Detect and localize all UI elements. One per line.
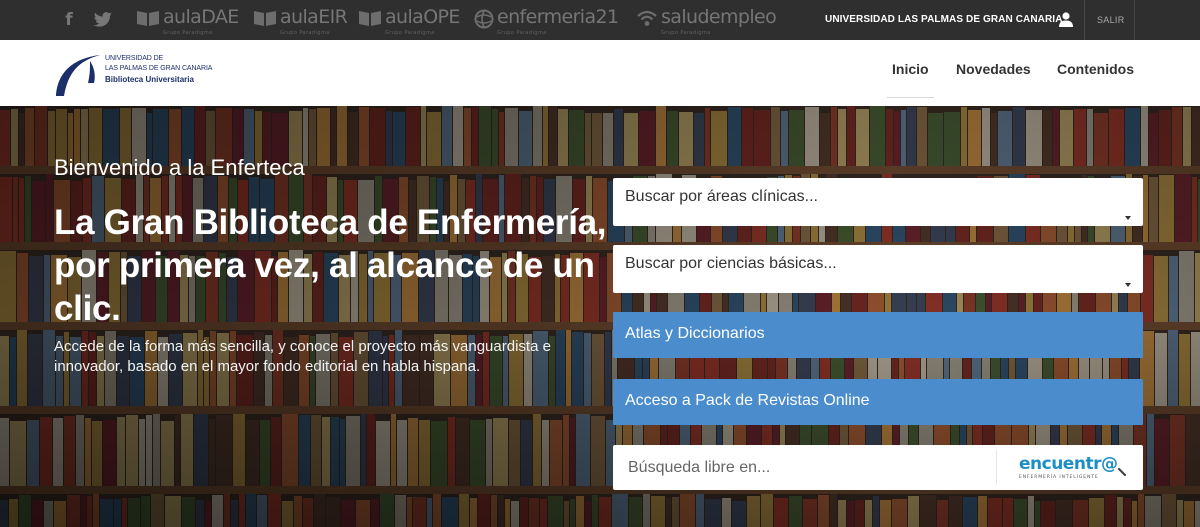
brand-name: enfermeria21: [497, 6, 619, 28]
brand-tagline: Grupo Paradigma: [385, 30, 435, 36]
logout-link[interactable]: SALIR: [1097, 0, 1125, 40]
atlas-dictionaries-button[interactable]: Atlas y Diccionarios: [613, 312, 1143, 358]
brand-name: aulaEIR: [280, 6, 348, 28]
encuentra-tagline: ENFERMERÍA INTELIGENTE: [1019, 475, 1099, 480]
brand-aulaope-logo[interactable]: aulaOPE Grupo Paradigma: [358, 6, 460, 36]
brand-tagline: Grupo Paradigma: [661, 30, 711, 36]
book-icon: [137, 11, 159, 26]
user-icon[interactable]: [1058, 11, 1074, 27]
brand-name: aulaOPE: [385, 6, 460, 28]
encuentra-search-button[interactable]: encuentr@ ENFERMERÍA INTELIGENTE: [1019, 454, 1131, 484]
divider: [1084, 0, 1085, 40]
brand-tagline: Grupo Paradigma: [163, 30, 213, 36]
nav-novedades[interactable]: Novedades: [956, 40, 1031, 98]
select-value: Buscar por ciencias básicas...: [625, 255, 837, 272]
top-bar: f aulaDAE Grupo Paradigma aulaEIR Grupo …: [0, 0, 1200, 40]
brand-saludempleo-logo[interactable]: saludempleo Grupo Paradigma: [636, 6, 777, 36]
caret-down-icon: [1125, 216, 1131, 220]
logo-line-3: Biblioteca Universitaria: [105, 75, 194, 84]
caret-down-icon: [1125, 283, 1131, 287]
hero-section: Bienvenido a la Enferteca La Gran Biblio…: [0, 106, 1200, 527]
free-search-input[interactable]: [613, 445, 996, 490]
facebook-icon[interactable]: f: [62, 0, 76, 40]
book-icon: [254, 11, 276, 26]
nav-inicio[interactable]: Inicio: [887, 40, 934, 98]
select-value: Buscar por áreas clínicas...: [625, 188, 818, 205]
university-logo[interactable]: UNIVERSIDAD DE LAS PALMAS DE GRAN CANARI…: [54, 53, 234, 97]
main-navbar: UNIVERSIDAD DE LAS PALMAS DE GRAN CANARI…: [0, 40, 1200, 106]
logo-line-2: LAS PALMAS DE GRAN CANARIA: [105, 65, 213, 72]
brand-name: aulaDAE: [163, 6, 239, 28]
brand-auladae-logo[interactable]: aulaDAE Grupo Paradigma: [136, 6, 239, 36]
wifi-icon: [637, 10, 657, 26]
nav-contenidos[interactable]: Contenidos: [1057, 40, 1134, 98]
divider: [1134, 0, 1135, 40]
brand-enfermeria21-logo[interactable]: enfermeria21 Grupo Paradigma: [474, 6, 619, 36]
button-label: Acceso a Pack de Revistas Online: [625, 392, 870, 409]
button-label: Atlas y Diccionarios: [625, 325, 765, 342]
welcome-text: Bienvenido a la Enferteca: [54, 155, 305, 180]
university-emblem-icon: [56, 55, 100, 96]
clinical-areas-select[interactable]: Buscar por áreas clínicas...: [613, 178, 1143, 226]
brand-tagline: Grupo Paradigma: [497, 30, 547, 36]
globe-icon: [474, 9, 494, 29]
book-icon: [359, 11, 381, 26]
hero-headline: La Gran Biblioteca de Enfermería, por pr…: [54, 203, 607, 328]
brand-aulaeir-logo[interactable]: aulaEIR Grupo Paradigma: [253, 6, 348, 36]
magnifier-icon: [1117, 467, 1127, 477]
logo-line-1: UNIVERSIDAD DE: [105, 55, 164, 62]
journals-pack-button[interactable]: Acceso a Pack de Revistas Online: [613, 379, 1143, 425]
basic-sciences-select[interactable]: Buscar por ciencias básicas...: [613, 245, 1143, 293]
brand-tagline: Grupo Paradigma: [280, 30, 330, 36]
university-link[interactable]: UNIVERSIDAD LAS PALMAS DE GRAN CANARIA: [825, 0, 1063, 40]
divider: [996, 450, 997, 485]
free-search-box: encuentr@ ENFERMERÍA INTELIGENTE: [613, 445, 1143, 490]
hero-description: Accede de la forma más sencilla, y conoc…: [54, 338, 551, 375]
encuentra-logo: encuentr@: [1019, 454, 1118, 474]
brand-name: saludempleo: [661, 6, 777, 28]
twitter-icon[interactable]: [92, 0, 114, 40]
